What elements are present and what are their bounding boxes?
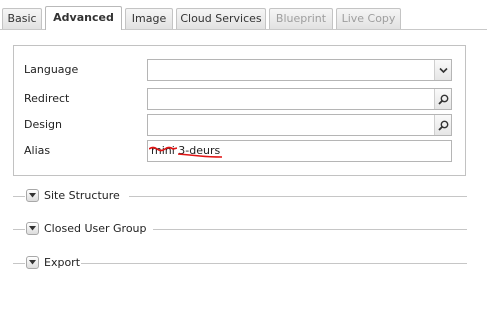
design-row: Design <box>14 114 465 136</box>
section-divider <box>81 263 467 264</box>
section-divider <box>129 196 467 197</box>
site-structure-expand-button[interactable] <box>26 189 39 202</box>
export-section: Export <box>13 256 467 270</box>
tab-blueprint: Blueprint <box>269 8 333 29</box>
closed-user-group-expand-button[interactable] <box>26 222 39 235</box>
advanced-settings-panel: Language Redirect Design Alias mini 3-de… <box>13 45 466 176</box>
language-select[interactable] <box>147 59 452 81</box>
redirect-field[interactable] <box>147 88 452 110</box>
chevron-down-icon <box>438 67 448 73</box>
tab-strip: Basic Advanced Image Cloud Services Blue… <box>0 0 487 30</box>
alias-label: Alias <box>24 144 51 157</box>
language-dropdown-trigger[interactable] <box>434 60 451 80</box>
site-structure-section: Site Structure <box>13 189 467 203</box>
tab-cloud-services[interactable]: Cloud Services <box>176 8 266 29</box>
closed-user-group-title[interactable]: Closed User Group <box>44 222 150 235</box>
red-underline-annotation <box>178 153 222 158</box>
redirect-browse-button[interactable] <box>434 89 451 109</box>
tab-basic[interactable]: Basic <box>2 8 42 29</box>
section-divider <box>13 263 25 264</box>
section-divider <box>153 229 467 230</box>
search-icon <box>437 120 448 131</box>
export-title[interactable]: Export <box>44 256 84 269</box>
section-divider <box>13 229 25 230</box>
section-divider <box>13 196 25 197</box>
alias-field[interactable]: mini 3-deurs <box>147 140 452 162</box>
language-row: Language <box>14 59 465 81</box>
design-field[interactable] <box>147 114 452 136</box>
design-label: Design <box>24 118 62 131</box>
redirect-row: Redirect <box>14 88 465 110</box>
design-browse-button[interactable] <box>434 115 451 135</box>
search-icon <box>437 94 448 105</box>
chevron-down-icon <box>29 260 36 265</box>
red-scribble-annotation <box>149 146 177 152</box>
closed-user-group-section: Closed User Group <box>13 222 467 236</box>
chevron-down-icon <box>29 193 36 198</box>
chevron-down-icon <box>29 226 36 231</box>
alias-row: Alias mini 3-deurs <box>14 140 465 162</box>
language-label: Language <box>24 63 79 76</box>
site-structure-title[interactable]: Site Structure <box>44 189 123 202</box>
tab-advanced[interactable]: Advanced <box>45 6 122 30</box>
tab-live-copy: Live Copy <box>336 8 401 29</box>
tab-image[interactable]: Image <box>125 8 173 29</box>
export-expand-button[interactable] <box>26 256 39 269</box>
redirect-label: Redirect <box>24 92 70 105</box>
